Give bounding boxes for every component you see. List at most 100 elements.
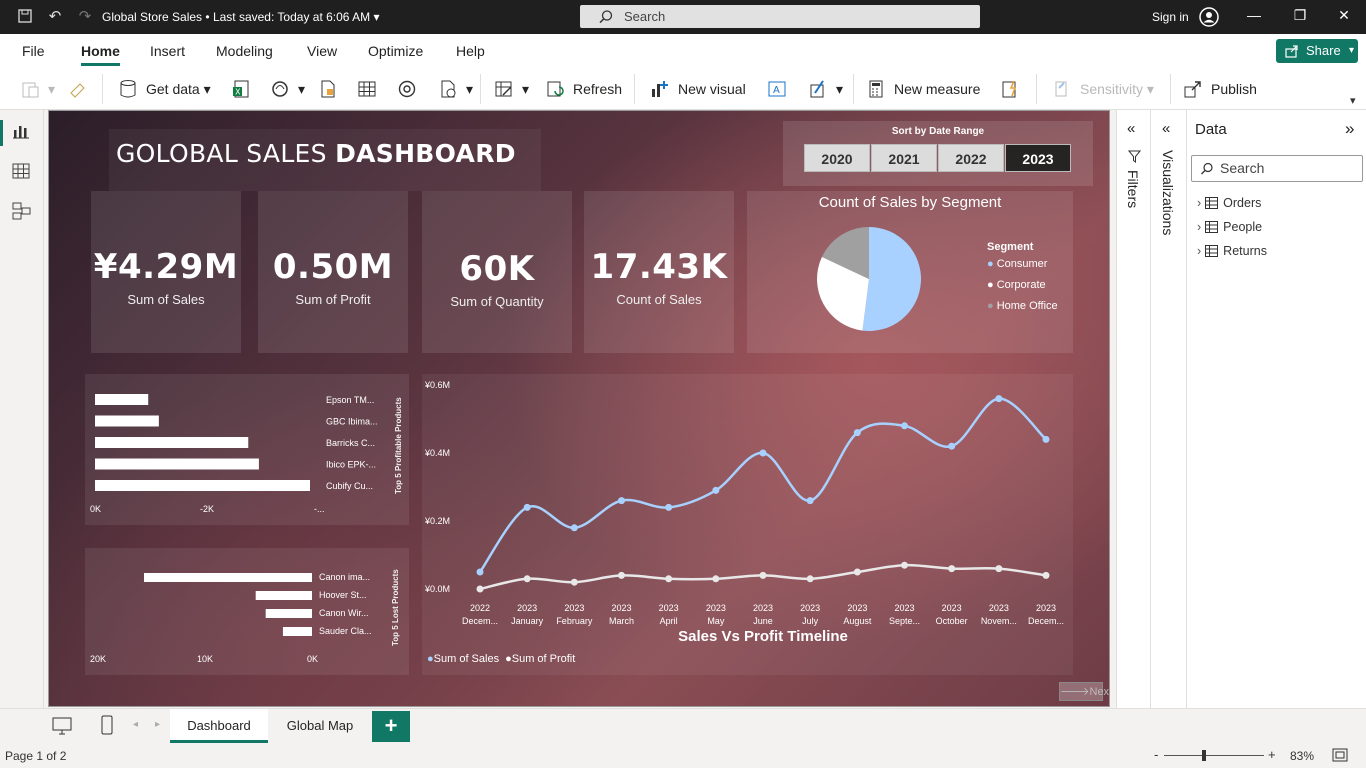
data-table-people[interactable]: › People [1197, 220, 1262, 234]
data-search-input[interactable]: Search [1191, 155, 1363, 182]
kpi-card-profit[interactable]: 0.50M Sum of Profit [258, 191, 408, 353]
axis-tick-label: 0K [307, 654, 318, 664]
zoom-in-button[interactable]: + [1268, 747, 1276, 762]
more-visuals-icon [810, 80, 824, 98]
redo-icon[interactable]: ↷ [76, 8, 94, 26]
top-profitable-chart[interactable]: Epson TM... GBC Ibima... Barricks C... Ibic… [85, 374, 409, 525]
zoom-slider[interactable] [1164, 755, 1264, 756]
format-painter-button[interactable] [68, 78, 96, 100]
dataverse-button[interactable]: ▾ [270, 78, 305, 100]
refresh-button[interactable]: Refresh [545, 78, 622, 100]
menu-help[interactable]: Help [456, 43, 485, 59]
menu-optimize[interactable]: Optimize [368, 43, 423, 59]
pie-legend-item[interactable]: ● Corporate [987, 279, 1046, 291]
slicer-year-2021[interactable]: 2021 [871, 144, 937, 172]
sensitivity-button[interactable]: Sensitivity ▾ [1052, 78, 1154, 100]
bar [95, 394, 149, 405]
restore-icon[interactable]: ❐ [1290, 7, 1310, 24]
bar [144, 573, 312, 582]
data-point-sum-of-profit [853, 568, 861, 576]
table-view-icon[interactable] [10, 160, 32, 182]
transform-icon [495, 81, 512, 97]
slicer-year-2023[interactable]: 2023 [1005, 144, 1071, 172]
new-measure-button[interactable]: New measure [866, 78, 980, 100]
datamart-button[interactable] [397, 78, 425, 100]
visualizations-pane-collapsed[interactable]: « Visualizations [1150, 110, 1186, 708]
bar [265, 609, 312, 618]
publish-button[interactable]: Publish [1183, 78, 1257, 100]
expand-visualizations-icon[interactable]: « [1162, 120, 1170, 137]
x-tick-label: 2023 [894, 603, 914, 613]
share-button[interactable]: Share ▾ [1276, 39, 1358, 63]
mobile-layout-icon[interactable] [101, 715, 113, 735]
text-box-icon: A [768, 81, 786, 97]
paste-button[interactable]: ▾ [20, 78, 55, 100]
kpi-value: 17.43K [590, 247, 728, 287]
add-page-button[interactable]: + [372, 711, 410, 742]
data-table-returns[interactable]: › Returns [1197, 244, 1267, 258]
top-lost-svg: Canon ima... Hoover St... Canon Wir... Saud… [90, 572, 372, 664]
enter-data-button[interactable] [357, 78, 385, 100]
undo-icon[interactable]: ↶ [46, 8, 64, 26]
prev-tab-icon[interactable]: ◂ [133, 719, 138, 730]
next-page-button[interactable]: 🡒Next [1059, 682, 1109, 701]
quick-measure-button[interactable] [1000, 78, 1028, 100]
sales-profit-line-chart[interactable]: ¥0.6M ¥0.4M ¥0.2M ¥0.0M 2022 Decem... 2023 Janu… [422, 374, 1073, 675]
y-tick-label: ¥0.6M [424, 380, 450, 390]
menu-modeling[interactable]: Modeling [216, 43, 273, 59]
recent-sources-button[interactable] [318, 78, 346, 100]
zoom-level: 83% [1290, 749, 1315, 763]
expand-filters-icon[interactable]: « [1127, 120, 1135, 137]
report-view-icon[interactable] [10, 120, 32, 142]
model-view-icon[interactable] [10, 200, 32, 222]
top-lost-chart[interactable]: Canon ima... Hoover St... Canon Wir... Saud… [85, 548, 409, 675]
tab-dashboard[interactable]: Dashboard [170, 709, 268, 743]
pie-legend-item[interactable]: ● Consumer [987, 258, 1047, 270]
next-tab-icon[interactable]: ▸ [155, 719, 160, 730]
pie-title: Count of Sales by Segment [818, 194, 1002, 211]
search-box[interactable]: Search [580, 5, 980, 28]
fit-to-page-icon[interactable] [1332, 748, 1348, 762]
collapse-data-icon[interactable]: » [1345, 119, 1354, 139]
menu-insert[interactable]: Insert [150, 43, 185, 59]
bar-label: Ibico EPK-... [326, 460, 376, 470]
minimize-icon[interactable]: — [1244, 7, 1264, 23]
slicer-year-2020[interactable]: 2020 [804, 144, 870, 172]
menu-view[interactable]: View [307, 43, 337, 59]
text-box-button[interactable]: A [767, 78, 795, 100]
document-title[interactable]: Global Store Sales • Last saved: Today a… [102, 10, 380, 24]
more-visuals-button[interactable]: ▾ [808, 78, 843, 100]
slicer-year-2022[interactable]: 2022 [938, 144, 1004, 172]
segment-pie-chart[interactable]: Count of Sales by Segment Segment ● Cons… [747, 191, 1073, 353]
kpi-label: Sum of Profit [295, 292, 371, 307]
x-tick-label: August [843, 616, 872, 626]
kpi-card-sales[interactable]: ¥4.29M Sum of Sales [91, 191, 241, 353]
tab-global-map[interactable]: Global Map [270, 709, 370, 743]
legend-sales[interactable]: ●Sum of Sales [427, 653, 499, 665]
bar-label: GBC Ibima... [326, 417, 378, 427]
kpi-card-count[interactable]: 17.43K Count of Sales [584, 191, 734, 353]
axis-tick-label: 0K [90, 504, 101, 514]
save-icon[interactable] [16, 8, 34, 26]
menu-home[interactable]: Home [81, 43, 120, 59]
sign-in-link[interactable]: Sign in [1152, 10, 1189, 24]
kpi-label: Sum of Sales [127, 292, 205, 307]
close-icon[interactable]: ✕ [1334, 7, 1354, 24]
transform-data-button[interactable]: ▾ [494, 78, 529, 100]
recent-sources-dropdown[interactable]: ▾ [438, 78, 473, 100]
data-table-orders[interactable]: › Orders [1197, 196, 1261, 210]
collapse-ribbon-icon[interactable]: ▾ [1350, 94, 1356, 107]
new-visual-button[interactable]: New visual [650, 78, 746, 100]
kpi-card-quantity[interactable]: 60K Sum of Quantity [422, 191, 572, 353]
pie-legend-item[interactable]: ● Home Office [987, 300, 1058, 312]
get-data-button[interactable]: Get data ▾ [118, 78, 211, 100]
account-icon[interactable] [1199, 7, 1219, 27]
excel-button[interactable]: X [232, 78, 260, 100]
zoom-slider-thumb[interactable] [1202, 750, 1206, 761]
zoom-out-button[interactable]: - [1154, 747, 1158, 762]
desktop-layout-icon[interactable] [52, 717, 72, 735]
legend-profit[interactable]: ●Sum of Profit [505, 653, 575, 665]
filters-pane-collapsed[interactable]: « Filters [1116, 110, 1150, 708]
menu-file[interactable]: File [22, 43, 45, 59]
pie-slice-consumer [862, 227, 921, 331]
